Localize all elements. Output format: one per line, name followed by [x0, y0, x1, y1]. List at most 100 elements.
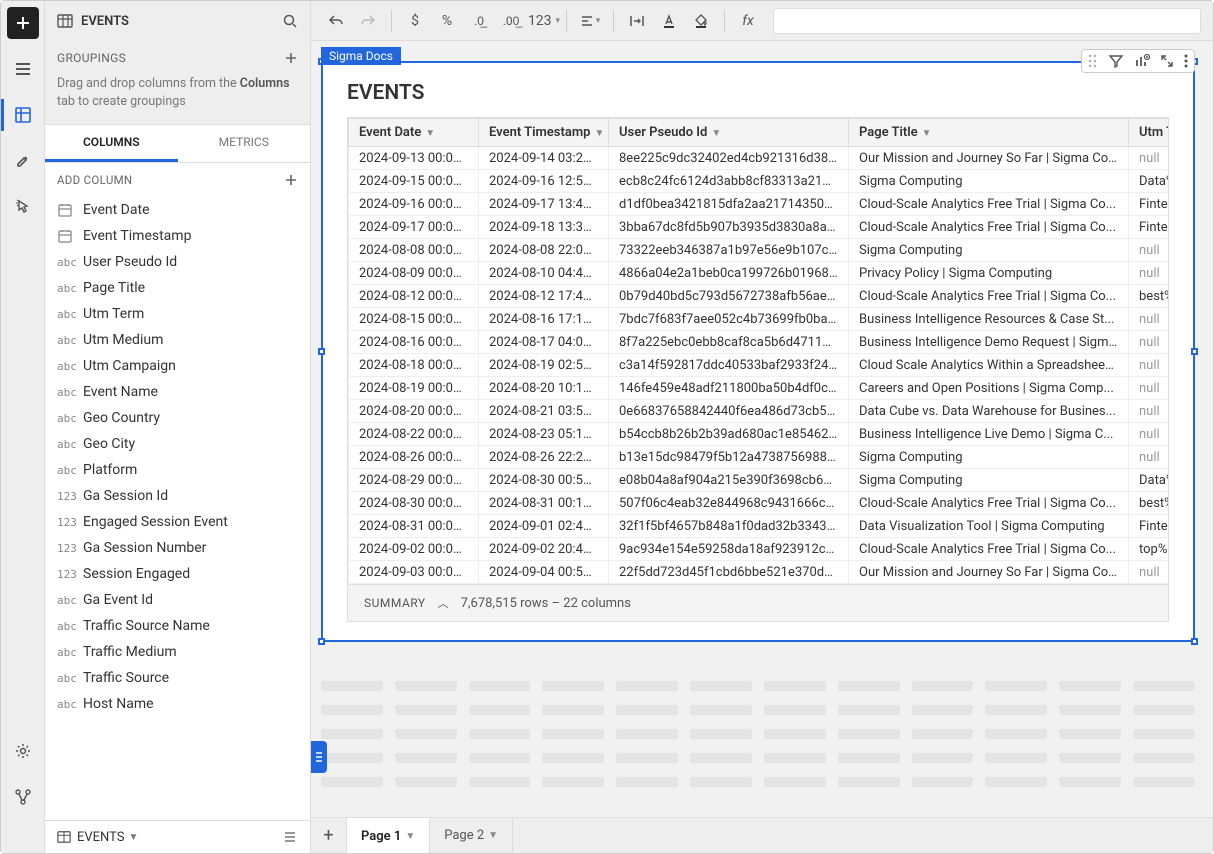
percent-button[interactable]: %	[434, 8, 460, 34]
table-cell[interactable]: 507f06c4eab32e844968c9431666c209	[609, 492, 849, 515]
paint-nav-icon[interactable]	[7, 145, 39, 177]
table-cell[interactable]: null	[1129, 308, 1170, 331]
column-item[interactable]: abcPlatform	[45, 457, 310, 483]
table-cell[interactable]: 2024-08-18 00:00:00	[349, 354, 479, 377]
table-cell[interactable]: 2024-09-17 13:49:58	[479, 193, 609, 216]
table-cell[interactable]: 2024-09-13 00:00:00	[349, 147, 479, 170]
add-column-button[interactable]	[284, 173, 298, 187]
drawer-handle[interactable]	[311, 741, 327, 773]
table-cell[interactable]: Sigma Computing	[849, 239, 1129, 262]
filter-icon[interactable]	[1108, 53, 1124, 69]
table-cell[interactable]: 2024-08-20 10:10:37	[479, 377, 609, 400]
fill-color-button[interactable]	[688, 8, 714, 34]
table-cell[interactable]: Privacy Policy | Sigma Computing	[849, 262, 1129, 285]
decrease-decimal-button[interactable]: .0̲	[466, 8, 492, 34]
table-cell[interactable]: 2024-09-01 02:44:28	[479, 515, 609, 538]
table-row[interactable]: 2024-08-31 00:00:002024-09-01 02:44:2832…	[349, 515, 1170, 538]
table-cell[interactable]: null	[1129, 423, 1170, 446]
table-cell[interactable]: 2024-08-19 02:55:58	[479, 354, 609, 377]
table-row[interactable]: 2024-08-26 00:00:002024-08-26 22:20:35b1…	[349, 446, 1170, 469]
column-item[interactable]: 123Session Engaged	[45, 561, 310, 587]
add-grouping-button[interactable]	[284, 51, 298, 65]
table-row[interactable]: 2024-08-08 00:00:002024-08-08 22:07:2373…	[349, 239, 1170, 262]
table-cell[interactable]: 9ac934e154e59258da18af923912ca50	[609, 538, 849, 561]
table-cell[interactable]: 2024-08-12 17:45:23	[479, 285, 609, 308]
table-cell[interactable]: d1df0bea3421815dfa2aa21714350363	[609, 193, 849, 216]
table-cell[interactable]: 2024-08-31 00:00:00	[349, 515, 479, 538]
table-cell[interactable]: 2024-08-16 17:14:12	[479, 308, 609, 331]
column-item[interactable]: Event Date	[45, 197, 310, 223]
table-row[interactable]: 2024-09-17 00:00:002024-09-18 13:36:033b…	[349, 216, 1170, 239]
expand-icon[interactable]	[1160, 54, 1174, 68]
table-cell[interactable]: Cloud-Scale Analytics Free Trial | Sigma…	[849, 538, 1129, 561]
table-cell[interactable]: Careers and Open Positions | Sigma Comp.…	[849, 377, 1129, 400]
table-cell[interactable]: null	[1129, 354, 1170, 377]
table-cell[interactable]: top%2	[1129, 538, 1170, 561]
column-item[interactable]: abcUtm Term	[45, 301, 310, 327]
table-cell[interactable]: 2024-08-08 00:00:00	[349, 239, 479, 262]
column-header[interactable]: Utm Te	[1129, 119, 1170, 147]
table-cell[interactable]: 2024-08-22 00:00:00	[349, 423, 479, 446]
table-cell[interactable]: Our Mission and Journey So Far | Sigma C…	[849, 147, 1129, 170]
tab-metrics[interactable]: METRICS	[178, 125, 311, 162]
add-element-button[interactable]	[7, 7, 39, 39]
table-nav-icon[interactable]	[7, 99, 39, 131]
table-cell[interactable]: 4866a04e2a1beb0ca199726b01968340	[609, 262, 849, 285]
table-cell[interactable]: Cloud-Scale Analytics Free Trial | Sigma…	[849, 193, 1129, 216]
column-header[interactable]: Page Title▼	[849, 119, 1129, 147]
table-row[interactable]: 2024-09-13 00:00:002024-09-14 03:25:428e…	[349, 147, 1170, 170]
table-cell[interactable]: Data Visualization Tool | Sigma Computin…	[849, 515, 1129, 538]
drag-handle-icon[interactable]	[1088, 54, 1098, 68]
table-cell[interactable]: Cloud Scale Analytics Within a Spreadshe…	[849, 354, 1129, 377]
table-cell[interactable]: 2024-08-20 00:00:00	[349, 400, 479, 423]
table-row[interactable]: 2024-09-15 00:00:002024-09-16 12:51:03ec…	[349, 170, 1170, 193]
table-cell[interactable]: 2024-08-08 22:07:23	[479, 239, 609, 262]
column-item[interactable]: abcPage Title	[45, 275, 310, 301]
table-cell[interactable]: 2024-09-17 00:00:00	[349, 216, 479, 239]
page-tab-1[interactable]: Page 1 ▼	[347, 818, 430, 853]
redo-button[interactable]	[355, 8, 381, 34]
table-cell[interactable]: null	[1129, 561, 1170, 584]
table-cell[interactable]: Data%	[1129, 170, 1170, 193]
table-row[interactable]: 2024-08-22 00:00:002024-08-23 05:11:51b5…	[349, 423, 1170, 446]
element-tag[interactable]: Sigma Docs	[321, 47, 401, 65]
table-cell[interactable]: 3bba67dc8fd5b907b3935d3830a8a320	[609, 216, 849, 239]
lineage-icon[interactable]	[7, 781, 39, 813]
table-cell[interactable]: 8f7a225ebc0ebb8caf8ca5b6d4711b06	[609, 331, 849, 354]
summary-bar[interactable]: SUMMARY ︿ 7,678,515 rows – 22 columns	[347, 585, 1169, 622]
column-item[interactable]: abcTraffic Source	[45, 665, 310, 691]
text-color-button[interactable]	[656, 8, 682, 34]
column-item[interactable]: abcEvent Name	[45, 379, 310, 405]
table-cell[interactable]: 0e66837658842440f6ea486d73cb56b6	[609, 400, 849, 423]
table-row[interactable]: 2024-08-20 00:00:002024-08-21 03:50:420e…	[349, 400, 1170, 423]
table-row[interactable]: 2024-09-03 00:00:002024-09-04 00:54:0022…	[349, 561, 1170, 584]
column-item[interactable]: abcUtm Campaign	[45, 353, 310, 379]
table-cell[interactable]: Fintec	[1129, 515, 1170, 538]
table-cell[interactable]: best%	[1129, 492, 1170, 515]
chevron-up-icon[interactable]: ︿	[438, 595, 449, 611]
table-cell[interactable]: 7bdc7f683f7aee052c4b73699fb0ba3e	[609, 308, 849, 331]
formula-input[interactable]	[773, 8, 1201, 34]
table-cell[interactable]: 2024-08-30 00:53:18	[479, 469, 609, 492]
table-cell[interactable]: null	[1129, 331, 1170, 354]
currency-button[interactable]: $	[402, 8, 428, 34]
table-cell[interactable]: Business Intelligence Resources & Case S…	[849, 308, 1129, 331]
column-item[interactable]: abcHost Name	[45, 691, 310, 717]
table-cell[interactable]: Business Intelligence Demo Request | Sig…	[849, 331, 1129, 354]
table-cell[interactable]: null	[1129, 147, 1170, 170]
column-item[interactable]: 123Engaged Session Event	[45, 509, 310, 535]
table-cell[interactable]: Cloud-Scale Analytics Free Trial | Sigma…	[849, 216, 1129, 239]
table-cell[interactable]: Sigma Computing	[849, 469, 1129, 492]
table-cell[interactable]: 2024-08-30 00:00:00	[349, 492, 479, 515]
table-cell[interactable]: 2024-08-17 04:00:30	[479, 331, 609, 354]
number-format-dropdown[interactable]: 123▾	[530, 8, 556, 34]
table-cell[interactable]: null	[1129, 239, 1170, 262]
undo-button[interactable]	[323, 8, 349, 34]
sidebar-footer[interactable]: EVENTS ▼	[45, 820, 310, 853]
table-cell[interactable]: null	[1129, 446, 1170, 469]
table-cell[interactable]: 0b79d40bd5c793d5672738afb56ae289	[609, 285, 849, 308]
table-cell[interactable]: 2024-08-19 00:00:00	[349, 377, 479, 400]
chevron-down-icon[interactable]: ▼	[405, 831, 415, 842]
table-row[interactable]: 2024-08-29 00:00:002024-08-30 00:53:18e0…	[349, 469, 1170, 492]
table-cell[interactable]: 2024-08-15 00:00:00	[349, 308, 479, 331]
